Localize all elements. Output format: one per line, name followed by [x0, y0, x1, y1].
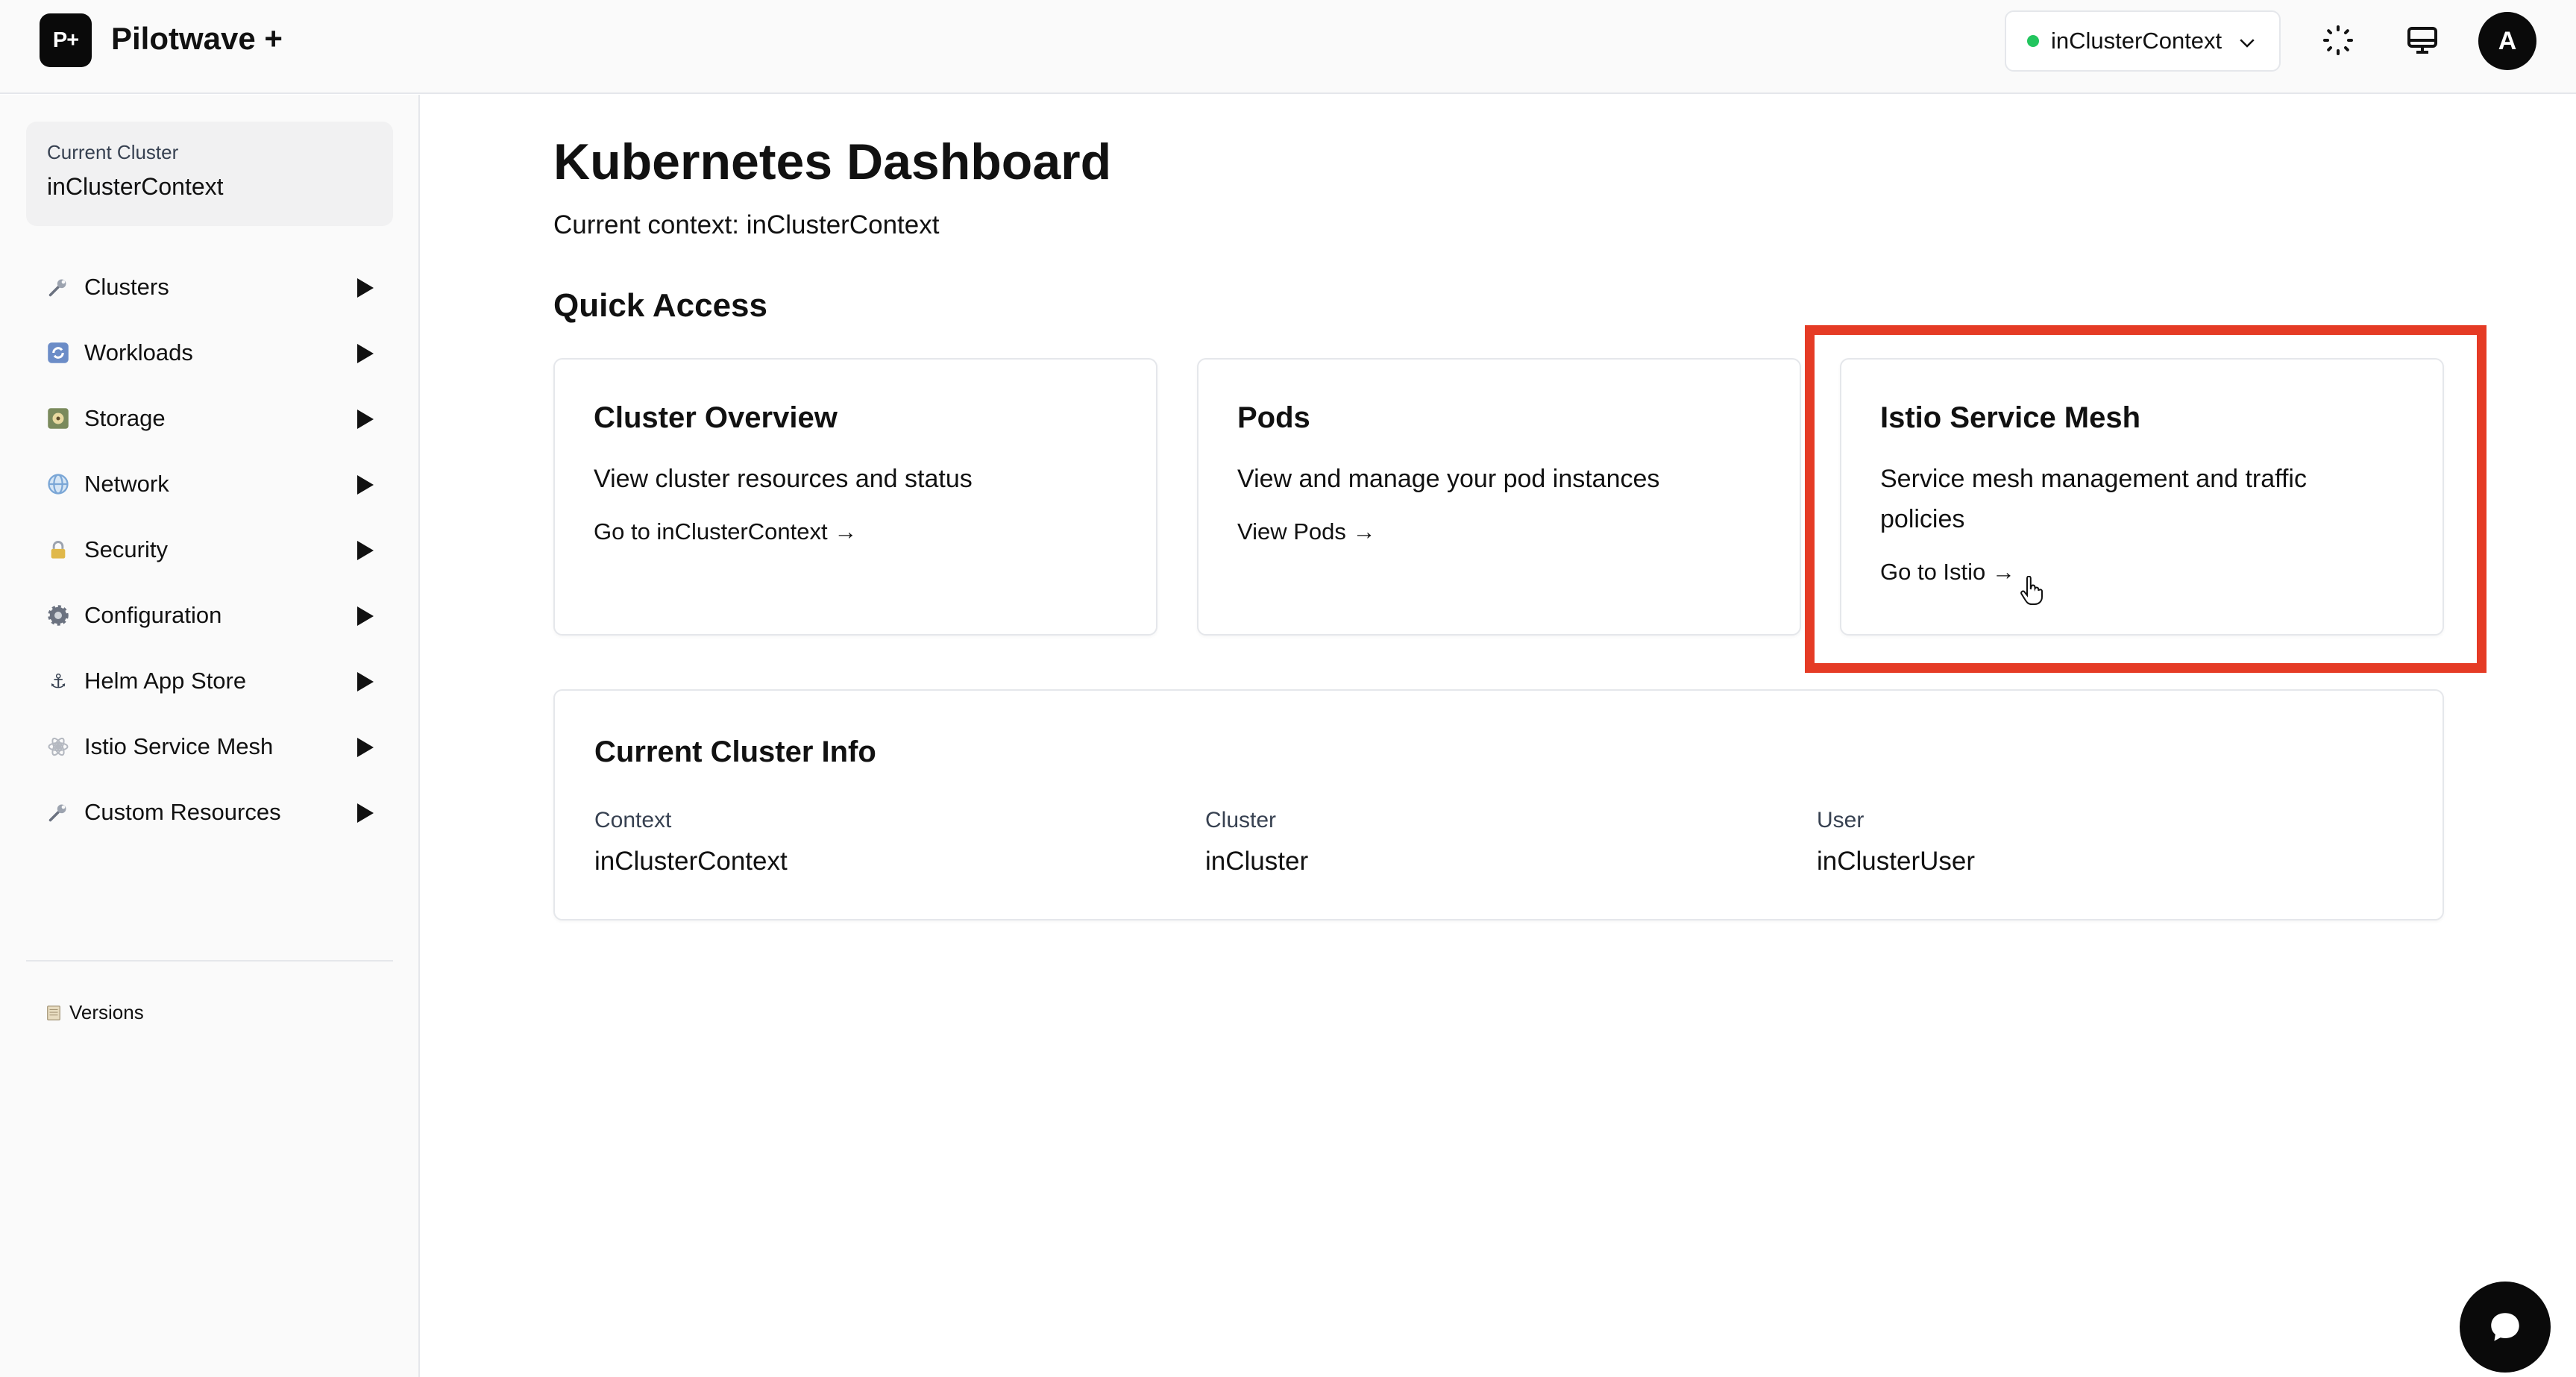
sidebar-item-storage[interactable]: Storage [26, 386, 393, 451]
card-title: Pods [1237, 401, 1310, 434]
app-title[interactable]: Pilotwave + [111, 21, 283, 57]
sidebar-item-label: Workloads [84, 339, 193, 366]
chat-bubble-icon [2491, 1313, 2519, 1341]
current-cluster-info-card: Current Cluster Info Context inClusterCo… [553, 689, 2444, 920]
sidebar-item-label: Helm App Store [84, 668, 247, 694]
sidebar-item-helm-app-store[interactable]: ⚓ Helm App Store [26, 648, 393, 714]
sidebar-item-custom-resources[interactable]: Custom Resources [26, 780, 393, 845]
wrench-icon [45, 800, 71, 825]
expand-arrow-icon[interactable] [357, 672, 374, 691]
context-value: inClusterContext [746, 210, 940, 239]
sidebar-item-configuration[interactable]: Configuration [26, 583, 393, 648]
info-label: Context [594, 808, 672, 832]
info-field-cluster: Cluster inCluster [1205, 808, 1308, 876]
card-description: Service mesh management and traffic poli… [1880, 465, 2307, 533]
info-label: Cluster [1205, 808, 1277, 832]
chat-button[interactable] [2460, 1282, 2551, 1373]
card-link[interactable]: View Pods → [1237, 518, 1376, 545]
context-prefix: Current context: [553, 210, 747, 239]
info-field-user: User inClusterUser [1817, 808, 1975, 876]
expand-arrow-icon[interactable] [357, 278, 374, 298]
card-description: View cluster resources and status [594, 465, 973, 493]
current-cluster-value: inClusterContext [47, 173, 224, 200]
sidebar: Current Cluster inClusterContext Cluster… [0, 95, 420, 1377]
storage-icon [45, 406, 71, 431]
sidebar-item-label: Custom Resources [84, 799, 281, 825]
expand-arrow-icon[interactable] [357, 344, 374, 363]
card-title: Istio Service Mesh [1880, 401, 2141, 434]
quick-access-title: Quick Access [553, 287, 767, 324]
info-title: Current Cluster Info [594, 735, 876, 768]
sidebar-item-label: Storage [84, 405, 166, 431]
card-cluster-overview[interactable]: Cluster Overview View cluster resources … [553, 358, 1157, 636]
wrench-icon [45, 275, 71, 300]
current-cluster-label: Current Cluster [47, 141, 179, 163]
sidebar-item-security[interactable]: Security [26, 517, 393, 583]
info-label: User [1817, 808, 1865, 832]
expand-arrow-icon[interactable] [357, 475, 374, 495]
info-value: inClusterContext [594, 847, 788, 876]
card-istio-service-mesh[interactable]: Istio Service Mesh Service mesh manageme… [1840, 358, 2444, 636]
info-value: inCluster [1205, 847, 1309, 876]
sidebar-item-label: Security [84, 536, 168, 562]
user-avatar[interactable]: A [2478, 12, 2536, 70]
card-link[interactable]: Go to Istio → [1880, 559, 2015, 586]
mesh-icon [45, 734, 71, 759]
sidebar-nav: Clusters Workloads Storage Network Secur… [26, 254, 393, 845]
gear-icon [45, 603, 71, 628]
info-field-context: Context inClusterContext [594, 808, 788, 876]
expand-arrow-icon[interactable] [357, 410, 374, 429]
current-context-line: Current context: inClusterContext [553, 210, 939, 240]
versions-label: Versions [69, 1001, 144, 1023]
document-icon [47, 1005, 60, 1020]
sidebar-item-label: Istio Service Mesh [84, 733, 274, 759]
globe-icon [45, 471, 71, 497]
hand-cursor-icon [2020, 576, 2043, 605]
context-selector[interactable]: inClusterContext [2005, 10, 2281, 72]
expand-arrow-icon[interactable] [357, 738, 374, 757]
expand-arrow-icon[interactable] [357, 541, 374, 560]
page-title: Kubernetes Dashboard [553, 134, 1112, 190]
sidebar-divider [26, 960, 393, 962]
sidebar-item-network[interactable]: Network [26, 451, 393, 517]
anchor-icon: ⚓ [49, 669, 67, 692]
chevron-down-icon [2240, 39, 2255, 48]
sidebar-item-label: Clusters [84, 274, 169, 300]
expand-arrow-icon[interactable] [357, 606, 374, 626]
current-cluster-card: Current Cluster inClusterContext [26, 122, 393, 226]
sidebar-item-label: Network [84, 471, 169, 497]
card-title: Cluster Overview [594, 401, 838, 434]
refresh-icon [45, 340, 71, 366]
info-value: inClusterUser [1817, 847, 1975, 876]
lock-icon [45, 537, 71, 562]
monitor-icon[interactable] [2404, 22, 2440, 58]
sidebar-item-istio-service-mesh[interactable]: Istio Service Mesh [26, 714, 393, 780]
card-description: View and manage your pod instances [1237, 465, 1660, 493]
expand-arrow-icon[interactable] [357, 803, 374, 823]
sidebar-item-label: Configuration [84, 602, 222, 628]
sidebar-item-workloads[interactable]: Workloads [26, 320, 393, 386]
sidebar-item-clusters[interactable]: Clusters [26, 254, 393, 320]
top-bar: P+ Pilotwave + inClusterContext A [0, 0, 2576, 94]
status-dot [2027, 35, 2039, 47]
card-pods[interactable]: Pods View and manage your pod instances … [1197, 358, 1801, 636]
app-logo[interactable]: P+ [40, 13, 92, 67]
loader-icon[interactable] [2320, 22, 2356, 58]
context-selector-label: inClusterContext [2051, 28, 2222, 54]
card-link[interactable]: Go to inClusterContext → [594, 518, 857, 545]
versions-link[interactable]: Versions [45, 1001, 144, 1024]
